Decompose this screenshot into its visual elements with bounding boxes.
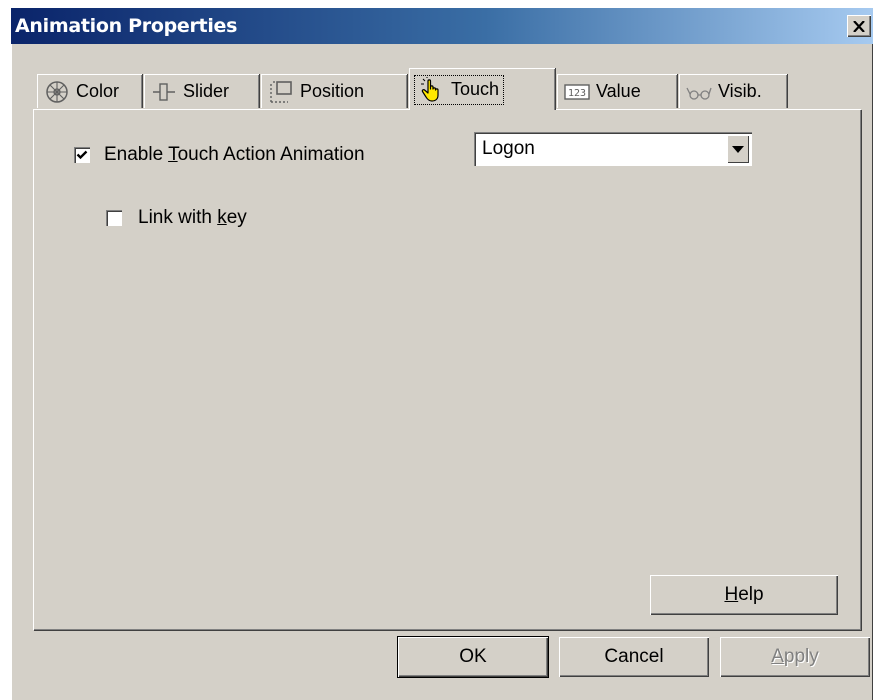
close-button[interactable]: [847, 15, 871, 37]
checkmark-icon: [76, 150, 88, 160]
close-icon: [853, 20, 865, 32]
tab-touch[interactable]: Touch: [409, 68, 555, 110]
enable-touch-checkbox[interactable]: [74, 147, 90, 163]
hand-pointer-icon: [421, 76, 439, 102]
tab-color[interactable]: Color: [37, 74, 142, 108]
tab-visibility[interactable]: Visib.: [679, 74, 787, 108]
tab-position-label: Position: [300, 81, 365, 101]
apply-button-label: Apply: [771, 646, 819, 667]
ok-button[interactable]: OK: [398, 637, 548, 677]
color-wheel-icon: [46, 80, 68, 103]
position-icon: [270, 80, 292, 103]
title-bar[interactable]: Animation Properties: [11, 8, 873, 44]
tab-touch-focus: Touch: [413, 74, 505, 105]
tab-strip: Color Slider Position Touch 123 Value Vi…: [37, 68, 817, 110]
touch-tab-panel: Enable Touch Action Animation Logon Link…: [33, 109, 861, 630]
glasses-icon: [686, 87, 712, 100]
enable-touch-label[interactable]: Enable Touch Action Animation: [104, 144, 365, 166]
tab-touch-label: Touch: [451, 79, 500, 99]
cancel-button[interactable]: Cancel: [559, 637, 709, 677]
animation-properties-dialog: Animation Properties Color Slider Positi…: [11, 8, 873, 700]
svg-text:123: 123: [568, 88, 586, 99]
link-with-key-checkbox[interactable]: [106, 210, 122, 226]
tab-color-label: Color: [76, 81, 120, 101]
value-123-icon: 123: [564, 83, 590, 100]
link-with-key-label[interactable]: Link with key: [138, 207, 247, 229]
tab-slider-label: Slider: [183, 81, 230, 101]
tab-visibility-label: Visib.: [718, 81, 762, 101]
apply-button[interactable]: Apply: [720, 637, 870, 677]
tab-slider[interactable]: Slider: [144, 74, 259, 108]
touch-action-select[interactable]: Logon: [474, 132, 752, 166]
help-button[interactable]: Help: [650, 575, 838, 615]
help-button-label: Help: [724, 584, 764, 605]
slider-icon: [153, 82, 175, 101]
touch-action-value: Logon: [482, 138, 535, 159]
window-title: Animation Properties: [15, 15, 238, 37]
tab-value[interactable]: 123 Value: [557, 74, 677, 108]
chevron-down-icon: [732, 145, 744, 153]
tab-position[interactable]: Position: [261, 74, 407, 108]
dropdown-button[interactable]: [727, 135, 749, 163]
tab-value-label: Value: [596, 81, 641, 101]
